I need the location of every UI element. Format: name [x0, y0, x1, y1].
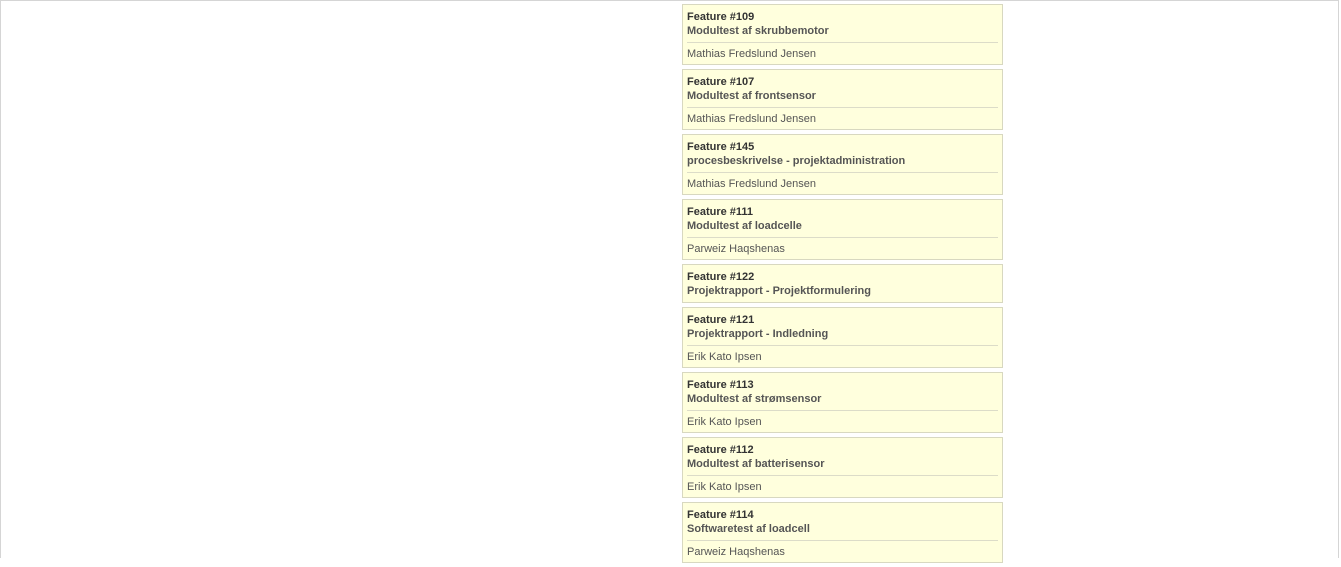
card-assignee: Parweiz Haqshenas	[687, 243, 785, 255]
card-id[interactable]: Feature #114	[687, 508, 998, 522]
card-assignee: Mathias Fredslund Jensen	[687, 48, 817, 60]
card-divider	[687, 410, 998, 411]
feature-card[interactable]: Feature #109 Modultest af skrubbemotor M…	[682, 4, 1003, 65]
card-id[interactable]: Feature #113	[687, 378, 998, 392]
card-id[interactable]: Feature #121	[687, 313, 998, 327]
card-title: Modultest af strømsensor	[687, 393, 822, 405]
card-title: Modultest af frontsensor	[687, 90, 816, 102]
feature-card[interactable]: Feature #112 Modultest af batterisensor …	[682, 437, 1003, 498]
card-divider	[687, 345, 998, 346]
card-assignee: Erik Kato Ipsen	[687, 481, 762, 493]
card-id[interactable]: Feature #107	[687, 75, 998, 89]
card-divider	[687, 107, 998, 108]
card-title: Modultest af loadcelle	[687, 220, 802, 232]
card-title: Projektrapport - Projektformulering	[687, 285, 871, 297]
card-assignee: Mathias Fredslund Jensen	[687, 178, 817, 190]
feature-card[interactable]: Feature #121 Projektrapport - Indledning…	[682, 307, 1003, 368]
feature-card[interactable]: Feature #107 Modultest af frontsensor Ma…	[682, 69, 1003, 130]
card-id[interactable]: Feature #109	[687, 10, 998, 24]
task-column: Feature #109 Modultest af skrubbemotor M…	[682, 4, 1003, 567]
card-title: procesbeskrivelse - projektadministratio…	[687, 155, 906, 167]
card-title: Softwaretest af loadcell	[687, 523, 810, 535]
card-divider	[687, 237, 998, 238]
card-divider	[687, 475, 998, 476]
feature-card[interactable]: Feature #113 Modultest af strømsensor Er…	[682, 372, 1003, 433]
board-frame: Feature #109 Modultest af skrubbemotor M…	[0, 0, 1339, 563]
card-title: Modultest af skrubbemotor	[687, 25, 829, 37]
card-title: Projektrapport - Indledning	[687, 328, 829, 340]
feature-card[interactable]: Feature #122 Projektrapport - Projektfor…	[682, 264, 1003, 303]
card-assignee: Mathias Fredslund Jensen	[687, 113, 817, 125]
card-divider	[687, 540, 998, 541]
card-divider	[687, 42, 998, 43]
feature-card[interactable]: Feature #111 Modultest af loadcelle Parw…	[682, 199, 1003, 260]
card-assignee: Erik Kato Ipsen	[687, 416, 762, 428]
card-title: Modultest af batterisensor	[687, 458, 825, 470]
card-id[interactable]: Feature #112	[687, 443, 998, 457]
card-id[interactable]: Feature #111	[687, 205, 998, 219]
card-id[interactable]: Feature #122	[687, 270, 998, 284]
card-id[interactable]: Feature #145	[687, 140, 998, 154]
card-assignee: Erik Kato Ipsen	[687, 351, 762, 363]
feature-card[interactable]: Feature #114 Softwaretest af loadcell Pa…	[682, 502, 1003, 563]
feature-card[interactable]: Feature #145 procesbeskrivelse - projekt…	[682, 134, 1003, 195]
card-divider	[687, 172, 998, 173]
card-assignee: Parweiz Haqshenas	[687, 546, 785, 558]
